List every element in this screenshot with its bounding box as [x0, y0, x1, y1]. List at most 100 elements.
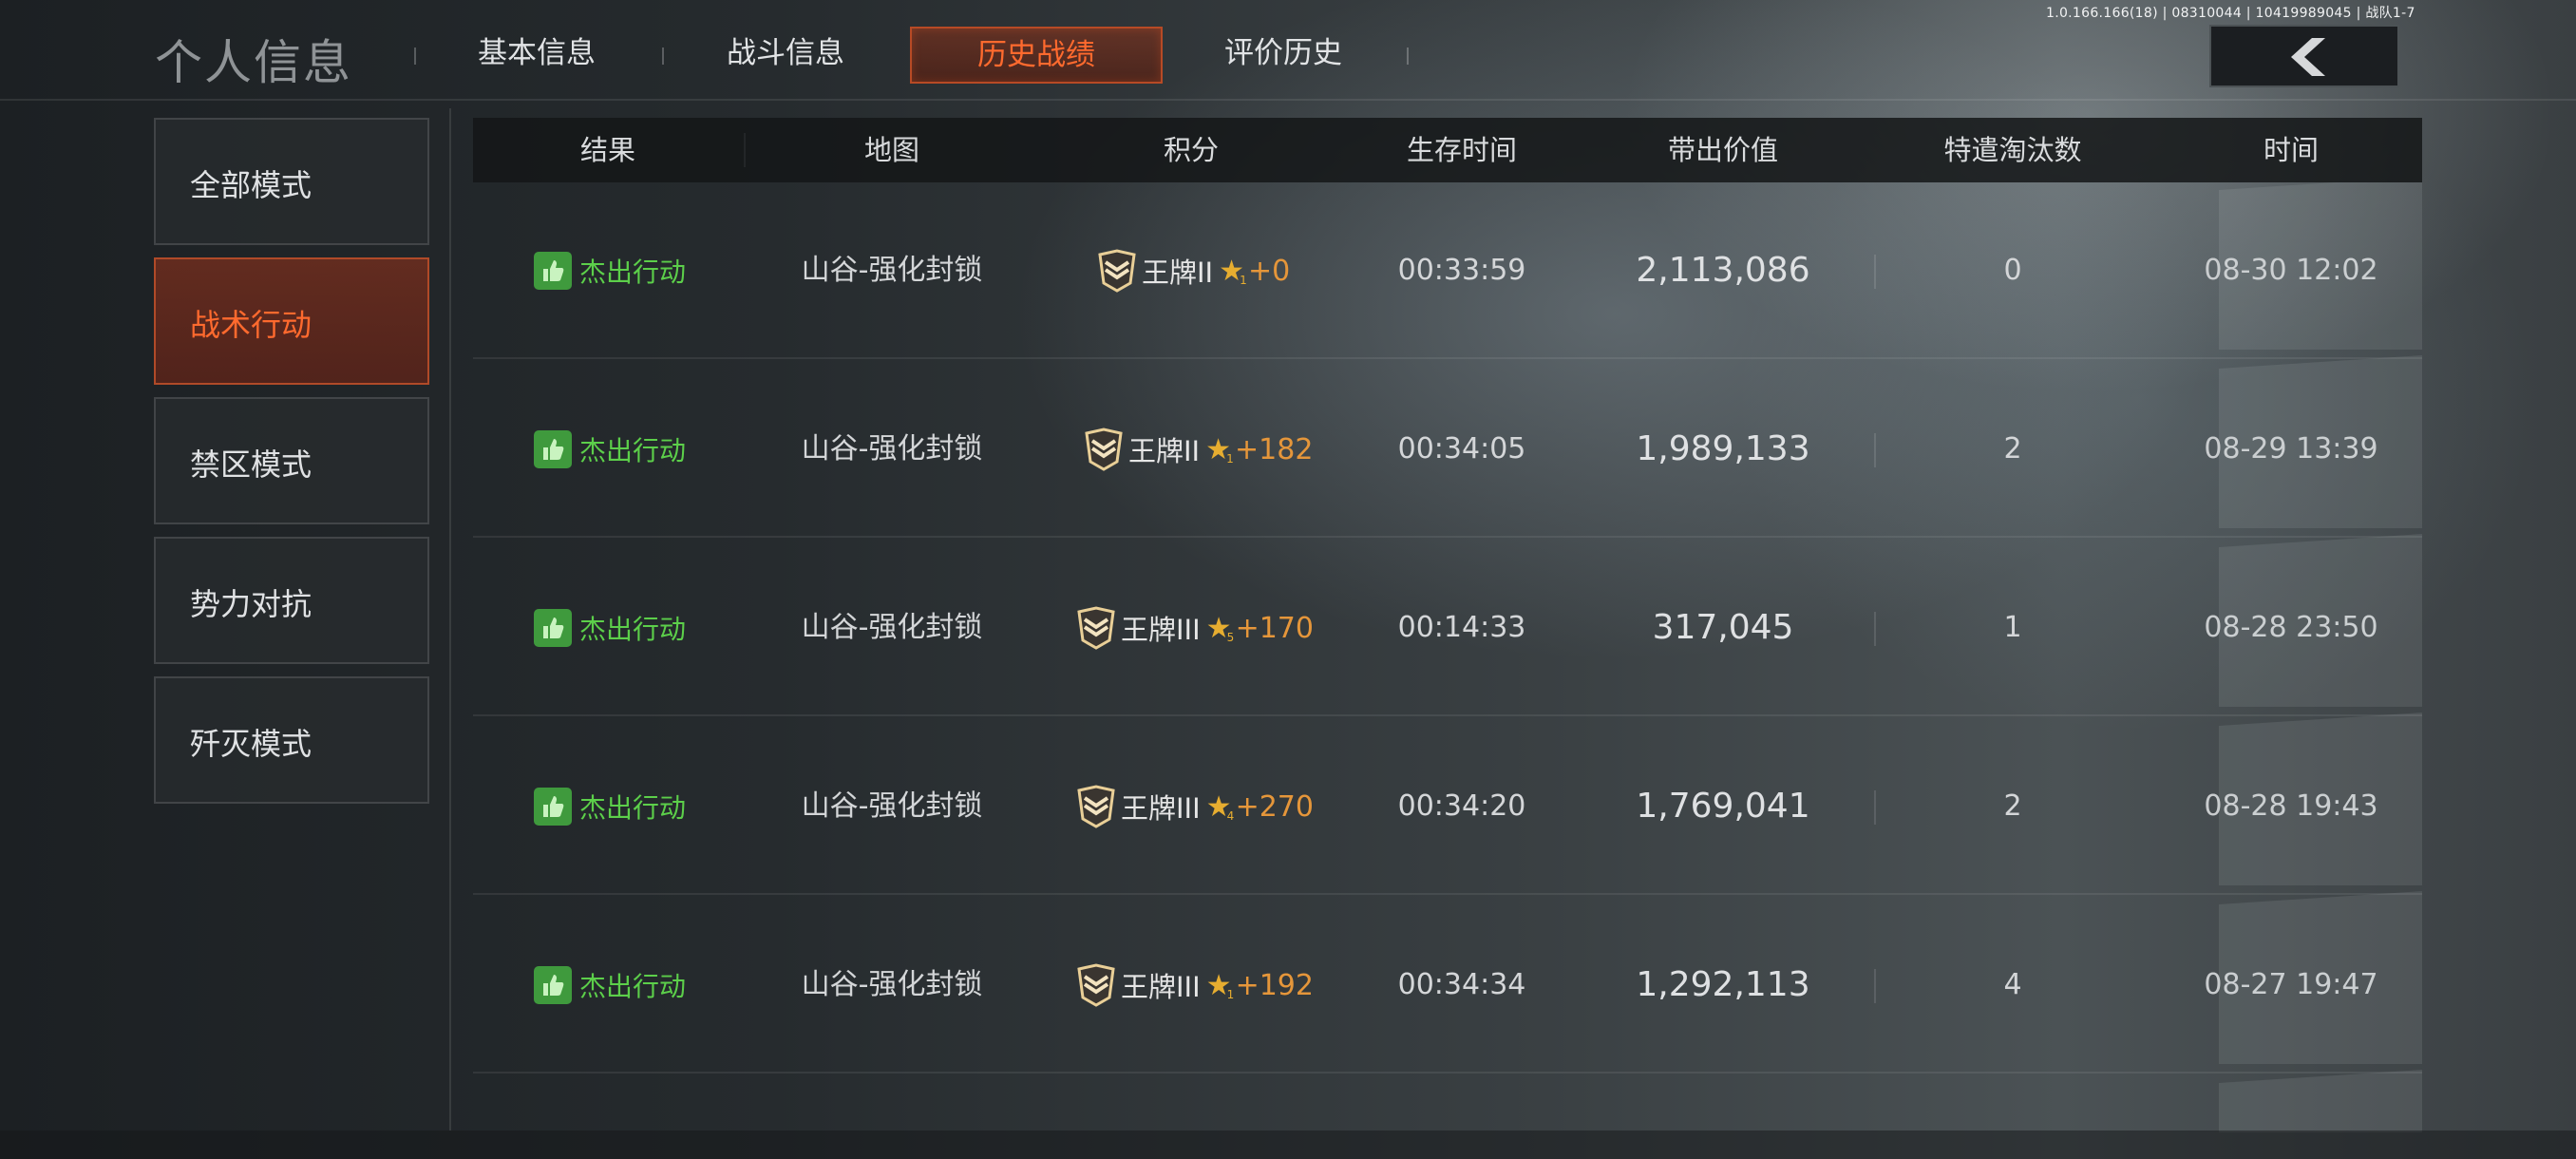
star-level: 1 — [1240, 273, 1247, 287]
result-label: 杰出行动 — [579, 792, 687, 824]
extracted-value: 1,292,113 — [1636, 965, 1810, 1004]
star-icon: ★ 1 — [1205, 432, 1234, 466]
tab-match-history[interactable]: 历史战绩 — [910, 27, 1163, 84]
score-delta: +182 — [1235, 432, 1314, 466]
result-label: 杰出行动 — [579, 971, 687, 1002]
rank-name: 王牌III — [1121, 614, 1201, 646]
star-level: 5 — [1226, 630, 1235, 644]
kill-count: 2 — [2003, 432, 2022, 466]
survival-time: 00:34:34 — [1397, 968, 1526, 1001]
map-name: 山谷-强化封锁 — [801, 432, 983, 466]
star-icon: ★ 4 — [1205, 789, 1235, 824]
table-row[interactable]: 杰出行动 山谷-强化封锁 王牌III ★ 4 +270 00:34:20 1,76… — [473, 718, 2422, 895]
result-cell: 杰出行动 — [534, 965, 686, 1005]
rank-badge-icon — [1077, 963, 1115, 1007]
tab-rating-history[interactable]: 评价历史 — [1204, 27, 1362, 80]
table-row[interactable]: 杰出行动 山谷-强化封锁 王牌II ★ 1 +0 00:33:59 2,113,0… — [473, 182, 2422, 359]
map-name: 山谷-强化封锁 — [801, 968, 983, 1001]
rank-badge-icon — [1098, 249, 1136, 293]
thumbs-up-icon — [534, 430, 572, 468]
column-header-map: 地图 — [863, 134, 919, 166]
header-bar: 个人信息 基本信息 战斗信息 历史战绩 评价历史 1.0.166.166(18)… — [0, 0, 2576, 99]
column-header-score: 积分 — [1163, 134, 1219, 166]
version-info: 1.0.166.166(18) | 08310044 | 10419989045… — [2046, 6, 2415, 21]
map-name: 山谷-强化封锁 — [801, 611, 983, 644]
result-cell: 杰出行动 — [534, 251, 686, 291]
kill-count: 4 — [2003, 968, 2022, 1001]
mode-tactical-ops[interactable]: 战术行动 — [154, 257, 429, 385]
mode-label: 歼灭模式 — [190, 726, 313, 762]
tab-separator — [1407, 48, 1409, 65]
score-delta: +0 — [1248, 254, 1291, 288]
score-delta: +170 — [1235, 611, 1314, 645]
score-cell: 王牌III ★ 1 +192 — [1075, 963, 1314, 1007]
survival-time: 00:34:05 — [1397, 432, 1526, 466]
row-divider — [473, 536, 2422, 538]
extracted-value: 317,045 — [1652, 608, 1794, 647]
star-level: 1 — [1226, 987, 1235, 1001]
score-delta: +270 — [1235, 789, 1314, 824]
footer-bar — [0, 1130, 2576, 1159]
score-cell: 王牌III ★ 5 +170 — [1075, 606, 1314, 650]
header-divider — [0, 99, 2576, 101]
mode-all[interactable]: 全部模式 — [154, 118, 429, 245]
column-header-kills: 特遣淘汰数 — [1943, 134, 2082, 166]
rank-name: 王牌II — [1128, 435, 1201, 467]
star-icon: ★ 1 — [1205, 968, 1235, 1002]
rank-badge-icon — [1077, 785, 1115, 828]
column-header-result: 结果 — [579, 134, 635, 166]
mode-label: 全部模式 — [190, 167, 313, 203]
star-level: 1 — [1226, 451, 1234, 466]
rank-badge-icon — [1077, 606, 1115, 650]
thumbs-up-icon — [534, 788, 572, 826]
tab-basic-info[interactable]: 基本信息 — [458, 27, 616, 80]
score-cell: 王牌II ★ 1 +0 — [1096, 249, 1290, 293]
extracted-value: 1,769,041 — [1636, 787, 1810, 826]
star-level: 4 — [1226, 808, 1235, 823]
score-delta: +192 — [1235, 968, 1314, 1002]
table-header: 结果 地图 积分 生存时间 带出价值 特遣淘汰数 时间 — [473, 118, 2422, 182]
mode-label: 势力对抗 — [190, 586, 313, 622]
result-label: 杰出行动 — [579, 614, 687, 645]
page-title: 个人信息 — [155, 35, 352, 90]
mode-label: 禁区模式 — [190, 446, 313, 483]
star-icon: ★ 1 — [1219, 254, 1247, 288]
tab-separator — [662, 48, 664, 65]
rank-badge-icon — [1085, 428, 1123, 471]
table-row[interactable]: 杰出行动 山谷-强化封锁 王牌III ★ 1 +192 00:34:34 1,29… — [473, 897, 2422, 1074]
rank-name: 王牌III — [1121, 792, 1201, 825]
chevron-left-icon — [2291, 38, 2325, 76]
result-label: 杰出行动 — [579, 435, 687, 466]
tab-battle-info[interactable]: 战斗信息 — [707, 27, 864, 80]
mode-label: 战术行动 — [190, 307, 313, 343]
mode-annihilation[interactable]: 歼灭模式 — [154, 676, 429, 804]
thumbs-up-icon — [534, 966, 572, 1004]
result-cell: 杰出行动 — [534, 429, 686, 469]
survival-time: 00:34:20 — [1397, 789, 1526, 823]
result-cell: 杰出行动 — [534, 787, 686, 826]
table-row[interactable]: 杰出行动 山谷-强化封锁 王牌II ★ 1 +182 00:34:05 1,989… — [473, 361, 2422, 538]
sidebar-divider — [449, 108, 451, 1130]
row-divider — [473, 893, 2422, 895]
mode-restricted-zone[interactable]: 禁区模式 — [154, 397, 429, 524]
thumbs-up-icon — [534, 609, 572, 647]
kill-count: 1 — [2003, 611, 2022, 644]
kill-count: 0 — [2003, 254, 2022, 287]
result-cell: 杰出行动 — [534, 608, 686, 648]
replay-flag-decoration — [2219, 182, 2422, 1132]
extracted-value: 2,113,086 — [1636, 251, 1810, 290]
thumbs-up-icon — [534, 252, 572, 290]
survival-time: 00:33:59 — [1397, 254, 1526, 287]
column-header-extracted-value: 带出价值 — [1667, 134, 1778, 166]
table-row[interactable]: 杰出行动 山谷-强化封锁 王牌III ★ 5 +170 00:14:33 317,… — [473, 540, 2422, 716]
result-label: 杰出行动 — [579, 256, 687, 288]
column-header-time: 时间 — [2263, 134, 2319, 166]
tab-separator — [414, 48, 416, 65]
map-name: 山谷-强化封锁 — [801, 789, 983, 823]
survival-time: 00:14:33 — [1397, 611, 1526, 644]
score-cell: 王牌III ★ 4 +270 — [1075, 785, 1314, 828]
back-button[interactable] — [2209, 25, 2399, 87]
star-icon: ★ 5 — [1205, 611, 1235, 645]
row-divider — [473, 714, 2422, 716]
mode-faction-battle[interactable]: 势力对抗 — [154, 537, 429, 664]
